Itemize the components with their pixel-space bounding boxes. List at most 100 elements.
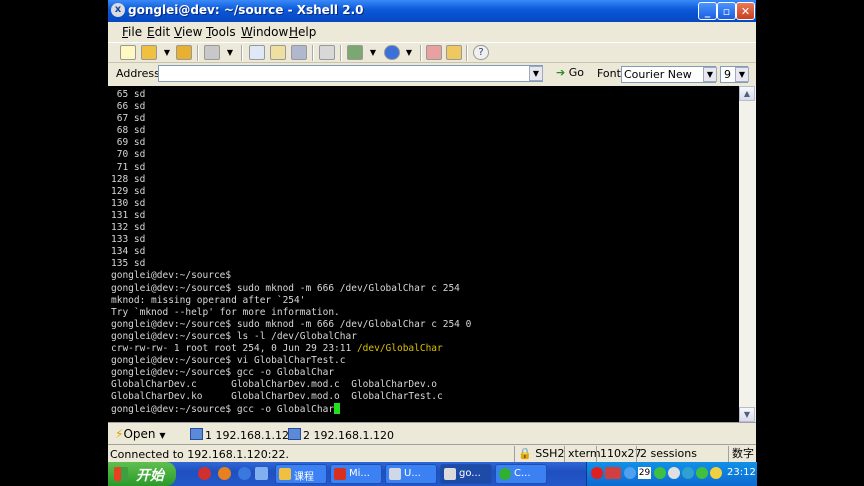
quicklaunch-explorer-icon[interactable] — [238, 467, 251, 480]
menu-tools[interactable]: Tools — [206, 25, 236, 39]
title-bar[interactable]: x gonglei@dev: ~/source - Xshell 2.0 _ ▫… — [108, 0, 756, 22]
tab-session-2[interactable]: 2 192.168.1.120 — [288, 428, 394, 442]
globe-icon[interactable] — [384, 45, 400, 60]
terminal-line: 68 sd — [111, 125, 146, 137]
terminal-line: mknod: missing operand after `254' — [111, 294, 306, 306]
menu-file[interactable]: File — [122, 25, 142, 39]
terminal-line: 66 sd — [111, 101, 146, 113]
terminal-size: 110x27 — [596, 446, 642, 462]
open-dropdown-icon[interactable]: ▼ — [160, 46, 174, 61]
window-title: gonglei@dev: ~/source - Xshell 2.0 — [128, 3, 364, 17]
quicklaunch-media-icon[interactable] — [218, 467, 231, 480]
xshell-app-icon[interactable]: x — [111, 3, 125, 17]
quicklaunch-browser-icon[interactable] — [198, 467, 211, 480]
script-icon[interactable] — [426, 45, 442, 60]
font-dropdown-icon[interactable]: ▼ — [703, 67, 717, 82]
taskbar-item-label: U... — [404, 468, 421, 479]
address-input[interactable] — [158, 65, 543, 82]
terminal-line: gonglei@dev:~/source$ sudo mknod -m 666 … — [111, 282, 460, 294]
terminal-line: 134 sd — [111, 246, 146, 258]
open-button[interactable]: ⚡Open ▼ — [115, 427, 165, 441]
font-value: Courier New — [624, 68, 692, 81]
tray-app-icon[interactable] — [682, 467, 694, 479]
app-icon — [499, 468, 511, 480]
menu-window[interactable]: Window — [241, 25, 288, 39]
session-tabs-bar: ⚡Open ▼ 1 192.168.1.120 2 192.168.1.120 — [108, 422, 756, 445]
address-label: Address — [116, 67, 160, 80]
tray-volume-icon[interactable] — [710, 467, 722, 479]
terminal-line: 65 sd — [111, 89, 146, 100]
term-type: xterm — [564, 446, 601, 462]
terminal-line: gonglei@dev:~/source$ — [111, 270, 232, 282]
menu-bar: File Edit View Tools Window Help — [108, 22, 756, 42]
terminal-screen[interactable]: 65 sd 66 sd 67 sd 68 sd 69 sd 70 sd 71 s… — [108, 86, 739, 422]
scroll-up-icon[interactable]: ▲ — [739, 86, 755, 101]
new-session-icon[interactable] — [120, 45, 136, 60]
globe-dropdown-icon[interactable]: ▼ — [402, 46, 416, 61]
connection-status: Connected to 192.168.1.120:22. — [110, 448, 289, 461]
properties-icon[interactable] — [204, 45, 220, 60]
taskbar-item-3[interactable]: go... — [440, 464, 492, 484]
quicklaunch-more-icon[interactable] — [255, 467, 268, 480]
menu-edit[interactable]: Edit — [147, 25, 170, 39]
folder-icon — [279, 468, 291, 480]
properties-dropdown-icon[interactable]: ▼ — [223, 46, 237, 61]
menu-view[interactable]: View — [174, 25, 202, 39]
go-arrow-icon: ➔ — [556, 66, 566, 79]
tab-session-1[interactable]: 1 192.168.1.120 — [190, 428, 296, 442]
font-size-dropdown-icon[interactable]: ▼ — [735, 67, 749, 82]
font-select[interactable]: Courier New — [621, 66, 716, 83]
transfer-icon[interactable] — [347, 45, 363, 60]
font-size-value: 9 — [724, 68, 731, 81]
tray-app-icon[interactable] — [696, 467, 708, 479]
address-dropdown-icon[interactable]: ▼ — [529, 66, 543, 81]
tray-ati-icon[interactable] — [605, 467, 621, 479]
app-icon — [389, 468, 401, 480]
terminal-line: gonglei@dev:~/source$ ls -l /dev/GlobalC… — [111, 330, 357, 342]
terminal-line: 133 sd — [111, 234, 146, 246]
tab-number: 2 — [303, 429, 310, 442]
tray-date-icon[interactable]: 29 — [638, 467, 651, 479]
tray-app-icon[interactable] — [668, 467, 680, 479]
go-button[interactable]: ➔ Go — [556, 66, 584, 79]
start-button[interactable]: 开始 — [108, 462, 176, 486]
taskbar-item-1[interactable]: Mi... — [330, 464, 382, 484]
terminal-line: 70 sd — [111, 149, 146, 161]
print-icon[interactable] — [319, 45, 335, 60]
windows-flag-icon — [114, 467, 128, 481]
minimize-button[interactable]: _ — [698, 2, 717, 20]
protocol-cell: 🔒 SSH2 — [514, 446, 568, 462]
address-bar: Address ▼ ➔ Go Font Courier New ▼ 9 ▼ — [108, 62, 756, 85]
scroll-down-icon[interactable]: ▼ — [739, 407, 755, 422]
open-folder-icon[interactable] — [141, 45, 157, 60]
taskbar-item-4[interactable]: C... — [495, 464, 547, 484]
tray-record-icon[interactable] — [591, 467, 603, 479]
terminal-line: gonglei@dev:~/source$ gcc -o GlobalChar — [111, 367, 335, 379]
toolbar: ▼ ▼ ▼ ▼ ? — [108, 42, 756, 63]
keymap-icon[interactable] — [446, 45, 462, 60]
terminal-line: gonglei@dev:~/source$ vi GlobalCharTest.… — [111, 355, 346, 367]
paste-icon[interactable] — [270, 45, 286, 60]
open-dropdown-icon[interactable]: ▼ — [159, 431, 165, 440]
terminal-line: 129 sd — [111, 185, 146, 197]
protocol-text: SSH2 — [535, 447, 565, 460]
vertical-scrollbar[interactable]: ▲ ▼ — [739, 86, 756, 422]
reconnect-icon[interactable] — [176, 45, 192, 60]
tray-app-icon[interactable] — [654, 467, 666, 479]
maximize-button[interactable]: ▫ — [717, 2, 736, 20]
terminal-line: GlobalCharDev.ko GlobalCharDev.mod.o Glo… — [111, 391, 443, 403]
help-icon[interactable]: ? — [473, 45, 489, 60]
terminal-output: 65 sd 66 sd 67 sd 68 sd 69 sd 70 sd 71 s… — [108, 86, 739, 417]
taskbar-item-2[interactable]: U... — [385, 464, 437, 484]
taskbar-item-0[interactable]: 课程 — [275, 464, 327, 484]
copy-icon[interactable] — [249, 45, 265, 60]
menu-help[interactable]: Help — [289, 25, 316, 39]
terminal-line: 130 sd — [111, 197, 146, 209]
find-icon[interactable] — [291, 45, 307, 60]
close-button[interactable]: ✕ — [736, 2, 755, 20]
session-icon — [288, 428, 301, 440]
taskbar: 开始 课程 Mi... U... go... C... 29 23:12 — [108, 462, 757, 486]
xshell-window: x gonglei@dev: ~/source - Xshell 2.0 _ ▫… — [108, 0, 756, 462]
tray-network-icon[interactable] — [624, 467, 636, 479]
transfer-dropdown-icon[interactable]: ▼ — [366, 46, 380, 61]
